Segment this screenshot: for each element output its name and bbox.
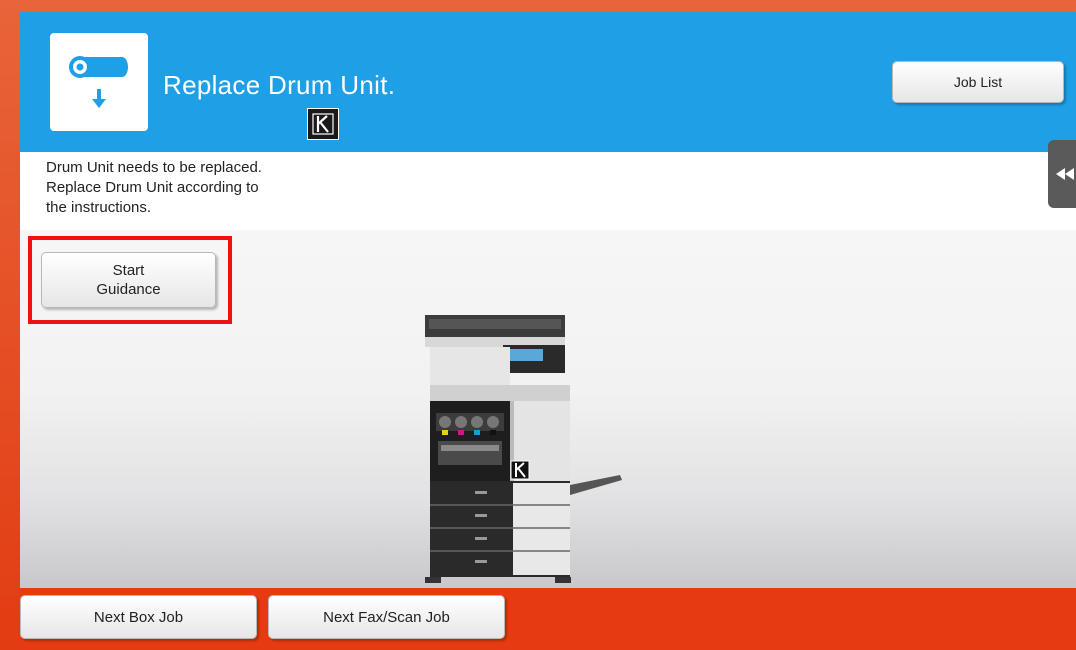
message-line: Drum Unit needs to be replaced.	[46, 159, 262, 176]
drum-unit-icon	[50, 33, 148, 131]
instruction-message: Drum Unit needs to be replaced. Replace …	[46, 158, 366, 218]
header-bar: Replace Drum Unit. Job List	[20, 12, 1076, 152]
page-title: Replace Drum Unit.	[163, 70, 396, 100]
black-toner-badge-icon	[307, 108, 339, 140]
start-guidance-label-line1: Start	[112, 262, 145, 279]
touch-screen: Replace Drum Unit. Job List Drum Unit ne…	[20, 12, 1076, 650]
job-list-button[interactable]: Job List	[892, 61, 1064, 103]
message-line: Replace Drum Unit according to	[46, 179, 259, 196]
side-panel-tab[interactable]	[1048, 140, 1076, 208]
double-arrow-left-icon	[1056, 168, 1074, 180]
next-fax-scan-job-button[interactable]: Next Fax/Scan Job	[268, 595, 505, 639]
next-box-job-button[interactable]: Next Box Job	[20, 595, 257, 639]
start-guidance-button[interactable]: Start Guidance	[41, 252, 216, 308]
printer-icon	[425, 315, 622, 583]
message-line: the instructions.	[46, 199, 152, 216]
printer-illustration	[405, 315, 625, 590]
start-guidance-label-line2: Guidance	[96, 281, 161, 298]
